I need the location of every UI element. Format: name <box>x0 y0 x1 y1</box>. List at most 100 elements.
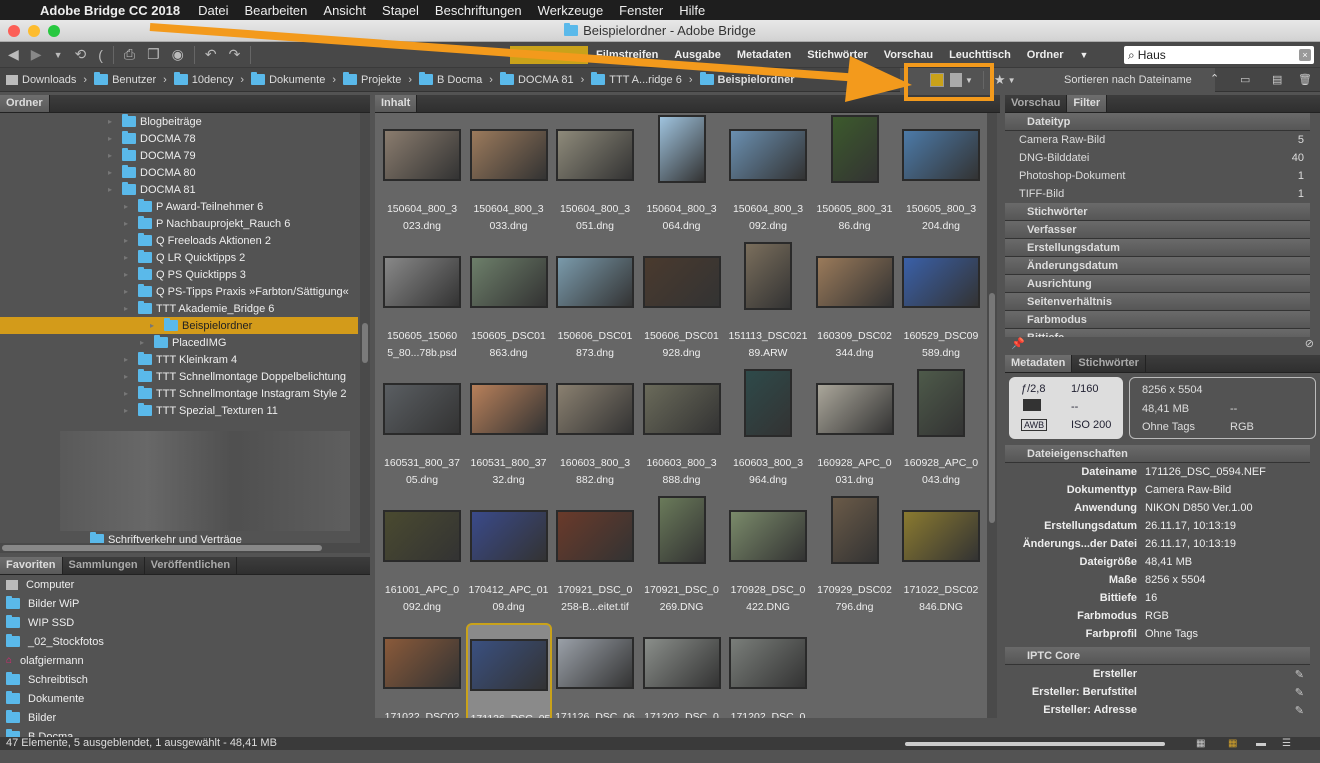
menu-ansicht[interactable]: Ansicht <box>323 3 366 18</box>
tree-item[interactable]: ▸ Beispielordner <box>0 317 358 334</box>
favorite-item[interactable]: WIP SSD <box>0 613 370 632</box>
workspace-vorschau[interactable]: Vorschau <box>884 49 933 61</box>
thumbnail-item[interactable]: 170928_DSC_0 422.DNG <box>725 496 811 621</box>
disclosure-icon[interactable]: ▸ <box>108 117 118 126</box>
disclosure-icon[interactable]: ▸ <box>150 321 160 330</box>
list-view-icon[interactable]: ☰ <box>1282 738 1291 749</box>
disclosure-icon[interactable]: ▸ <box>124 287 134 296</box>
filter-section[interactable]: Änderungsdatum <box>1005 257 1310 275</box>
thumbnail-item[interactable]: 150606_DSC01 928.dng <box>639 242 725 367</box>
thumbnail-item[interactable]: 150604_800_3 023.dng <box>379 115 465 240</box>
menu-datei[interactable]: Datei <box>198 3 228 18</box>
tree-item[interactable]: ▸ TTT Kleinkram 4 <box>124 351 237 368</box>
menu-werkzeuge[interactable]: Werkzeuge <box>538 3 604 18</box>
tree-item[interactable]: ▸ PlacedIMG <box>140 334 226 351</box>
tree-item[interactable]: ▸ DOCMA 78 <box>108 130 196 147</box>
disclosure-icon[interactable]: ▸ <box>124 236 134 245</box>
disclosure-icon[interactable]: ▸ <box>124 253 134 262</box>
thumbnail-item[interactable]: 150604_800_3 064.dng <box>639 115 725 240</box>
workspace-stichwoerter[interactable]: Stichwörter <box>807 49 868 61</box>
thumbnail-item[interactable]: 171022_DSC02 <box>379 623 465 718</box>
clear-filter-icon[interactable]: ⊘ <box>1305 337 1314 351</box>
rotate-left-icon[interactable]: ↶ <box>205 46 217 63</box>
refine-icon[interactable]: ❐ <box>147 46 160 63</box>
disclosure-icon[interactable]: ▸ <box>124 219 134 228</box>
tree-item[interactable]: ▸ P Award-Teilnehmer 6 <box>124 198 263 215</box>
thumbnail-item[interactable]: 160529_DSC09 589.dng <box>898 242 984 367</box>
thumbnail-item[interactable]: 171126_DSC_05 <box>465 623 552 718</box>
menu-stapel[interactable]: Stapel <box>382 3 419 18</box>
breadcrumb-item[interactable]: B Docma <box>419 72 482 86</box>
disclosure-icon[interactable]: ▸ <box>124 270 134 279</box>
disclosure-icon[interactable]: ▸ <box>124 202 134 211</box>
tree-item[interactable]: ▸ P Nachbauprojekt_Rauch 6 <box>124 215 290 232</box>
edit-pencil-icon[interactable]: ✎ <box>1295 704 1304 717</box>
back-icon[interactable]: ◀ <box>8 46 19 63</box>
breadcrumb-item[interactable]: Beispielordner <box>699 72 795 86</box>
filter-entry[interactable]: Photoshop-Dokument 1 <box>1005 167 1320 185</box>
new-folder-icon[interactable]: ▭ <box>1240 73 1250 86</box>
menu-bearbeiten[interactable]: Bearbeiten <box>245 3 308 18</box>
disclosure-icon[interactable]: ▸ <box>124 304 134 313</box>
clear-search-icon[interactable]: × <box>1299 49 1311 61</box>
disclosure-icon[interactable]: ▸ <box>124 406 134 415</box>
thumbnail-view-icon[interactable]: ▦ <box>1228 738 1237 749</box>
disclosure-icon[interactable]: ▸ <box>124 355 134 364</box>
thumbnail-item[interactable]: 160603_800_3 964.dng <box>725 369 811 494</box>
thumbnail-item[interactable]: 160928_APC_0 043.dng <box>898 369 984 494</box>
trash-icon[interactable]: 🗑 <box>1298 73 1312 86</box>
reveal-icon[interactable]: ⟲ <box>74 46 86 63</box>
star-filter-dropdown-icon[interactable]: ▼ <box>1008 76 1016 85</box>
view-options-dropdown-icon[interactable]: ▼ <box>965 76 973 85</box>
tab-favoriten[interactable]: Favoriten <box>0 557 63 574</box>
thumbnail-item[interactable]: 160603_800_3 882.dng <box>552 369 638 494</box>
sort-dropdown[interactable]: Sortieren nach Dateiname <box>1064 74 1192 86</box>
favorite-item[interactable]: Dokumente <box>0 689 370 708</box>
workspace-metadaten[interactable]: Metadaten <box>737 49 791 61</box>
section-iptc-core[interactable]: IPTC Core <box>1005 647 1310 665</box>
thumbnail-item[interactable]: 160531_800_37 05.dng <box>379 369 465 494</box>
tab-filter[interactable]: Filter <box>1067 95 1108 112</box>
filter-entry[interactable]: TIFF-Bild 1 <box>1005 185 1320 203</box>
filter-section[interactable]: Erstellungsdatum <box>1005 239 1310 257</box>
thumbnail-item[interactable]: 150605_15060 5_80...78b.psd <box>379 242 465 367</box>
menu-hilfe[interactable]: Hilfe <box>679 3 705 18</box>
thumbnail-item[interactable]: 171022_DSC02 846.DNG <box>898 496 984 621</box>
iptc-row[interactable]: Ersteller: Adresse ✎ <box>1005 701 1320 719</box>
quality-thumbnail-icon[interactable] <box>930 73 944 87</box>
filter-entry[interactable]: Camera Raw-Bild 5 <box>1005 131 1320 149</box>
thumbnail-item[interactable]: 171202_DSC_0 <box>725 623 811 718</box>
section-dateityp[interactable]: Dateityp <box>1005 113 1310 131</box>
workspace-ordner[interactable]: Ordner <box>1027 49 1064 61</box>
favorite-item[interactable]: Bilder WiP <box>0 594 370 613</box>
iptc-row[interactable]: Ersteller ✎ <box>1005 665 1320 683</box>
view-options-icon[interactable] <box>950 73 962 87</box>
tree-item[interactable]: ▸ TTT Schnellmontage Doppelbelichtung <box>124 368 346 385</box>
breadcrumb-item[interactable]: 10dency <box>173 72 233 86</box>
iptc-row[interactable]: Ersteller: Berufstitel ✎ <box>1005 683 1320 701</box>
pin-icon[interactable]: 📌 <box>1011 337 1025 351</box>
disclosure-icon[interactable]: ▸ <box>108 168 118 177</box>
filter-section[interactable]: Stichwörter <box>1005 203 1310 221</box>
edit-pencil-icon[interactable]: ✎ <box>1295 686 1304 699</box>
thumbnail-item[interactable]: 150604_800_3 051.dng <box>552 115 638 240</box>
filter-section[interactable]: Farbmodus <box>1005 311 1310 329</box>
tree-item[interactable]: ▸ DOCMA 81 <box>108 181 196 198</box>
disclosure-icon[interactable]: ▸ <box>140 338 150 347</box>
thumbnail-item[interactable]: 160309_DSC02 344.dng <box>812 242 898 367</box>
thumbnail-item[interactable]: 170412_APC_01 09.dng <box>466 496 552 621</box>
camera-import-icon[interactable]: ⎙ <box>124 46 135 63</box>
thumbnail-item[interactable]: 170921_DSC_0 269.DNG <box>639 496 725 621</box>
thumbnail-item[interactable]: 150604_800_3 092.dng <box>725 115 811 240</box>
thumbnail-item[interactable]: 150605_800_3 204.dng <box>898 115 984 240</box>
disclosure-icon[interactable]: ▸ <box>108 185 118 194</box>
open-in-camera-raw-icon[interactable]: ◉ <box>172 46 184 63</box>
thumbnail-item[interactable]: 160603_800_3 888.dng <box>639 369 725 494</box>
menu-fenster[interactable]: Fenster <box>619 3 663 18</box>
tree-item[interactable]: ▸ Q PS Quicktipps 3 <box>124 266 246 283</box>
tab-metadaten[interactable]: Metadaten <box>1005 355 1073 372</box>
folder-tree-scrollbar[interactable] <box>360 113 370 553</box>
forward-icon[interactable]: ▶ <box>31 46 42 63</box>
disclosure-icon[interactable]: ▸ <box>124 372 134 381</box>
filter-section[interactable]: Bittiefe <box>1005 329 1310 337</box>
